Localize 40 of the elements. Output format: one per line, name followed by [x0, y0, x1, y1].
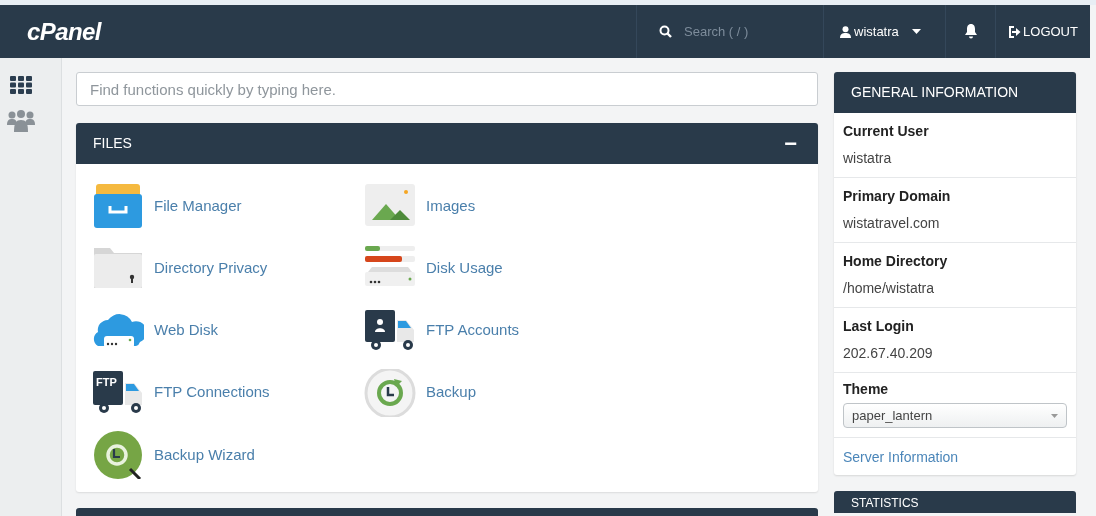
search-field[interactable]: Search ( / ): [684, 21, 804, 42]
field-label: Last Login: [843, 317, 915, 336]
caret-icon: [1051, 413, 1058, 418]
tool-link[interactable]: FTP FTP Connections: [92, 361, 364, 424]
tool-link[interactable]: FTP Accounts: [364, 299, 636, 362]
field-label: Home Directory: [843, 252, 949, 271]
user-menu-button[interactable]: wistatra: [823, 5, 945, 58]
field-label: Primary Domain: [843, 187, 952, 206]
logout-icon: [1008, 25, 1022, 38]
server-information-link[interactable]: Server Information: [843, 449, 959, 465]
tool-link[interactable]: Images: [364, 175, 636, 237]
tool-link[interactable]: Backup Wizard: [92, 423, 364, 486]
tool-link[interactable]: Web Disk: [92, 299, 364, 362]
panel-title: GENERAL INFORMATION: [851, 83, 1019, 102]
field-value: 202.67.40.209: [843, 344, 934, 363]
caret-icon: [911, 29, 921, 34]
clock-refresh-icon: [364, 368, 416, 417]
cpanel-logo[interactable]: cPanel: [27, 13, 101, 50]
search-field[interactable]: Find functions quickly by typing here.: [76, 72, 818, 106]
user-icon: [840, 25, 851, 38]
tool-link[interactable]: File Manager: [92, 175, 364, 237]
field-value: /home/wistatra: [843, 279, 936, 298]
file-cabinet-icon: [92, 182, 144, 230]
field-value: wistatravel.com: [843, 214, 941, 233]
field-label: Theme: [843, 380, 890, 399]
clock-wand-icon: [92, 430, 144, 479]
collapse-button[interactable]: −: [780, 132, 801, 155]
grid-icon[interactable]: [9, 76, 32, 94]
field-label: Current User: [843, 122, 930, 141]
logout-button[interactable]: LOGOUT: [995, 5, 1090, 58]
panel-title: STATISTICS: [851, 496, 919, 510]
tool-link[interactable]: Disk Usage: [364, 237, 636, 300]
bell-icon: [963, 24, 978, 39]
field-value: wistatra: [843, 149, 893, 168]
theme-dropdown[interactable]: paper_lantern: [843, 403, 1067, 428]
search-icon: [659, 25, 672, 38]
tool-link[interactable]: Backup: [364, 361, 636, 424]
tool-link[interactable]: Directory Privacy: [92, 237, 364, 300]
users-icon[interactable]: [6, 110, 35, 132]
panel-title: FILES: [93, 134, 132, 153]
